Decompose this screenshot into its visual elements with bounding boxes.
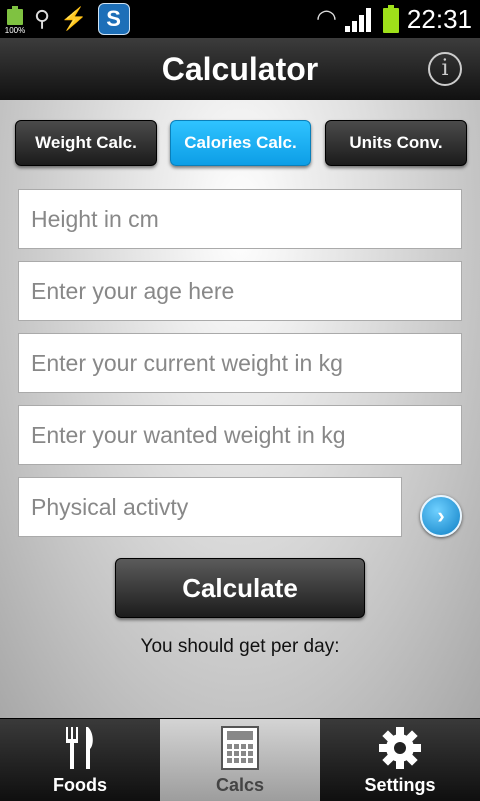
tab-units-conv[interactable]: Units Conv. [325,120,467,166]
nav-label-calcs: Calcs [215,775,265,795]
status-bar-system: ◠ 22:31 [316,3,472,35]
wanted-weight-input[interactable] [19,406,461,464]
usb-icon: ⚲ [34,6,51,31]
nav-item-foods[interactable]: Foods [0,719,160,801]
nav-item-settings[interactable]: Settings [320,719,480,801]
nav-label-settings: Settings [364,775,436,795]
current-weight-field[interactable] [18,333,462,393]
calculate-button[interactable]: Calculate [115,558,365,618]
signal-icon [344,6,375,32]
status-bar-notifications: 100% ⚲ ⚡ S [5,3,130,35]
activity-select-arrow-icon[interactable]: › [420,495,462,537]
current-weight-input[interactable] [19,334,461,392]
fork-knife-icon [66,727,93,769]
title-bar: Calculator i [0,38,480,101]
tab-calories-calc[interactable]: Calories Calc. [170,120,311,166]
calculator-icon [221,726,259,770]
age-field[interactable] [18,261,462,321]
app-notification-icon: S [97,3,130,35]
main-content: Weight Calc. Calories Calc. Units Conv. … [0,100,480,718]
age-input[interactable] [19,262,461,320]
nav-item-calcs[interactable]: Calcs [160,719,320,801]
gear-icon [379,727,421,769]
activity-field[interactable] [18,477,402,537]
result-label: You should get per day: [140,636,340,657]
battery-full-icon: 100% [5,6,25,35]
height-field[interactable] [18,189,462,249]
wanted-weight-field[interactable] [18,405,462,465]
battery-percent-label: 100% [4,26,26,35]
status-bar: 100% ⚲ ⚡ S ◠ 22:31 [0,0,480,38]
page-title: Calculator [161,51,319,87]
activity-input[interactable] [19,478,401,536]
tab-weight-calc[interactable]: Weight Calc. [15,120,157,166]
bottom-nav: Foods Calcs Settings [0,718,480,801]
info-icon[interactable]: i [428,52,462,86]
wifi-icon: ◠ [315,5,337,32]
usb-debug-icon: ⚡ [60,6,88,31]
battery-icon [382,5,399,33]
nav-label-foods: Foods [53,775,107,795]
clock: 22:31 [406,3,472,34]
height-input[interactable] [19,190,461,248]
